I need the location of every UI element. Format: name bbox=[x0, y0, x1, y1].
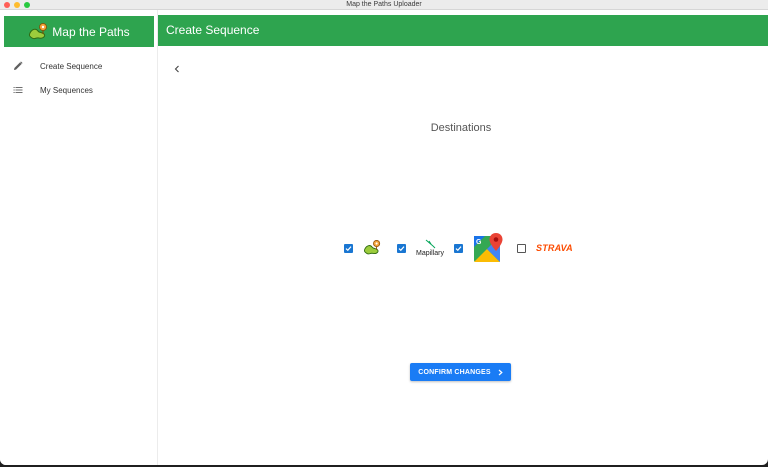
window-title: Map the Paths Uploader bbox=[346, 1, 422, 8]
destination-google-maps: G bbox=[454, 233, 505, 263]
brand-name: Map the Paths bbox=[52, 24, 130, 39]
map-the-paths-logo-icon bbox=[29, 22, 48, 39]
map-the-paths-checkbox[interactable] bbox=[344, 243, 353, 253]
pencil-icon bbox=[11, 59, 25, 73]
destinations-list: Mapillary G STRAVA bbox=[344, 233, 581, 263]
sidebar-item-label: Create Sequence bbox=[40, 61, 103, 71]
destination-mapillary: Mapillary bbox=[397, 239, 444, 257]
strava-checkbox[interactable] bbox=[517, 243, 527, 253]
mapillary-logo: Mapillary bbox=[416, 239, 444, 257]
mapillary-label: Mapillary bbox=[416, 250, 445, 257]
mapillary-checkbox[interactable] bbox=[397, 243, 406, 253]
sidebar-nav: Create Sequence My Sequences bbox=[0, 54, 158, 102]
page-header: Create Sequence bbox=[158, 15, 768, 46]
list-icon bbox=[11, 83, 25, 97]
sidebar-item-my-sequences[interactable]: My Sequences bbox=[0, 78, 158, 102]
sidebar-item-create-sequence[interactable]: Create Sequence bbox=[0, 54, 158, 78]
section-title-destinations: Destinations bbox=[430, 122, 492, 134]
sidebar: Map the Paths Create Sequence My Sequenc… bbox=[0, 10, 158, 465]
confirm-changes-button[interactable]: CONFIRM CHANGES bbox=[410, 363, 511, 381]
destination-strava: STRAVA bbox=[517, 243, 573, 253]
strava-icon: STRAVA bbox=[536, 243, 573, 253]
mapillary-icon bbox=[425, 239, 436, 249]
confirm-changes-label: CONFIRM CHANGES bbox=[418, 368, 491, 376]
destination-map-the-paths bbox=[344, 239, 383, 257]
google-maps-checkbox[interactable] bbox=[454, 243, 464, 253]
google-maps-icon: G bbox=[474, 233, 503, 262]
chevron-left-icon bbox=[174, 65, 179, 73]
svg-text:G: G bbox=[476, 239, 482, 246]
chevron-right-icon bbox=[498, 369, 503, 376]
app-window: Map the Paths Uploader Map the Paths Cre bbox=[0, 0, 768, 465]
page-title: Create Sequence bbox=[166, 23, 260, 37]
back-button[interactable] bbox=[171, 63, 183, 75]
map-the-paths-icon bbox=[363, 239, 381, 255]
brand-header: Map the Paths bbox=[4, 16, 154, 47]
title-bar: Map the Paths Uploader bbox=[0, 0, 768, 10]
sidebar-item-label: My Sequences bbox=[40, 85, 93, 95]
main-content: Destinations Mapillary G STRAVA CONFIRM … bbox=[158, 46, 768, 465]
